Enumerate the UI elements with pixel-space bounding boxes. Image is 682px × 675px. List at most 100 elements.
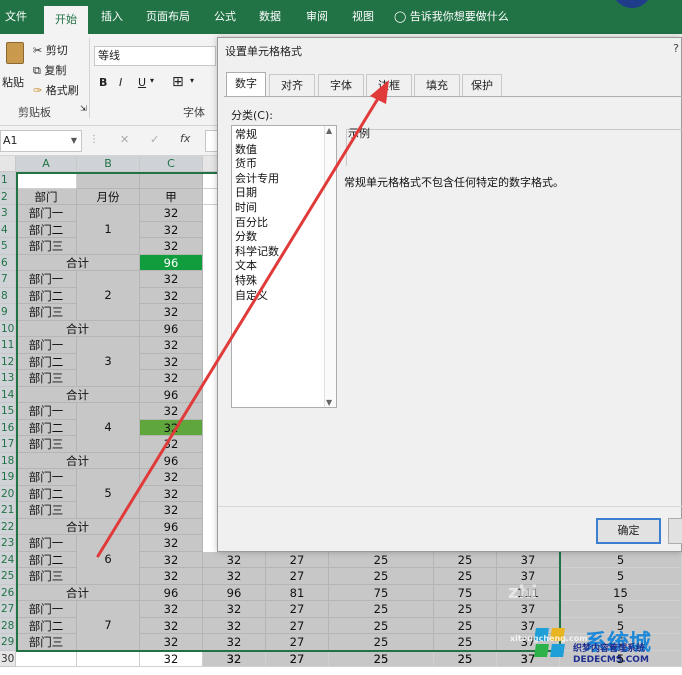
row-header[interactable]: 10 xyxy=(0,320,16,337)
category-item-scientific[interactable]: 科学记数 xyxy=(235,245,279,260)
dept-cell[interactable]: 部门一 xyxy=(16,403,77,420)
dept-cell[interactable]: 部门一 xyxy=(16,271,77,288)
dept-cell[interactable]: 部门一 xyxy=(16,337,77,354)
borders-icon[interactable]: ⊞ xyxy=(172,74,184,90)
tab-border[interactable]: 边框 xyxy=(366,74,412,96)
month-cell[interactable]: 3 xyxy=(77,337,140,387)
cut-button[interactable]: ✂ 剪切 xyxy=(33,42,68,58)
value-cell[interactable]: 32 xyxy=(140,271,203,288)
row-header[interactable]: 5 xyxy=(0,238,16,255)
clipboard-launcher-icon[interactable]: ⇲ xyxy=(80,104,87,113)
subtotal-label[interactable]: 合计 xyxy=(16,386,140,403)
category-scrollbar[interactable]: ▲ ▼ xyxy=(324,126,336,407)
column-header-c[interactable]: C xyxy=(140,156,203,172)
row-header[interactable]: 30 xyxy=(0,650,16,667)
dept-cell[interactable]: 部门三 xyxy=(16,370,77,387)
month-cell[interactable]: 7 xyxy=(77,601,140,651)
month-cell[interactable]: 6 xyxy=(77,535,140,585)
underline-button[interactable]: U xyxy=(138,76,146,89)
category-item-accounting[interactable]: 会计专用 xyxy=(235,172,279,187)
value-cell[interactable]: 25 xyxy=(329,617,434,634)
subtotal-label[interactable]: 合计 xyxy=(16,518,140,535)
value-cell[interactable]: 75 xyxy=(329,584,434,601)
dept-cell[interactable]: 部门一 xyxy=(16,205,77,222)
format-painter-button[interactable]: ✑ 格式刷 xyxy=(33,82,79,98)
value-cell[interactable]: 32 xyxy=(140,617,203,634)
row-header[interactable]: 3 xyxy=(0,205,16,222)
value-cell[interactable]: 25 xyxy=(329,568,434,585)
value-cell[interactable]: 32 xyxy=(203,650,266,667)
bold-button[interactable]: B xyxy=(99,76,107,89)
tab-page-layout[interactable]: 页面布局 xyxy=(140,0,196,34)
dept-cell[interactable]: 部门二 xyxy=(16,485,77,502)
select-all-corner[interactable] xyxy=(0,156,16,172)
tab-fill[interactable]: 填充 xyxy=(414,74,460,96)
tab-review[interactable]: 审阅 xyxy=(300,0,334,34)
subtotal-label[interactable]: 合计 xyxy=(16,584,140,601)
cell[interactable] xyxy=(560,601,682,618)
header-dept[interactable]: 部门 xyxy=(16,188,77,205)
cell[interactable] xyxy=(560,568,682,585)
cell[interactable] xyxy=(77,650,140,667)
value-cell[interactable]: 32 xyxy=(140,370,203,387)
chevron-down-icon[interactable]: ▼ xyxy=(71,131,77,151)
row-header[interactable]: 2 xyxy=(0,188,16,205)
row-header[interactable]: 18 xyxy=(0,452,16,469)
font-name-select[interactable]: 等线 xyxy=(94,46,216,66)
cell[interactable] xyxy=(560,551,682,568)
row-header[interactable]: 24 xyxy=(0,551,16,568)
tell-me-box[interactable]: ◯ 告诉我你想要做什么 xyxy=(394,0,514,34)
value-cell[interactable]: 32 xyxy=(140,205,203,222)
category-item-time[interactable]: 时间 xyxy=(235,201,257,216)
value-cell[interactable]: 25 xyxy=(434,568,497,585)
row-header[interactable]: 12 xyxy=(0,353,16,370)
row-header[interactable]: 26 xyxy=(0,584,16,601)
value-cell[interactable]: 32 xyxy=(140,568,203,585)
dept-cell[interactable]: 部门二 xyxy=(16,617,77,634)
dept-cell[interactable]: 部门一 xyxy=(16,535,77,552)
row-header[interactable]: 23 xyxy=(0,535,16,552)
value-cell[interactable]: 32 xyxy=(203,634,266,651)
row-header[interactable]: 16 xyxy=(0,419,16,436)
value-cell[interactable]: 32 xyxy=(140,650,203,667)
row-header[interactable]: 14 xyxy=(0,386,16,403)
row-header[interactable]: 1 xyxy=(0,172,16,189)
help-button[interactable]: ? xyxy=(673,42,679,55)
subtotal-value[interactable]: 96 xyxy=(140,518,203,535)
row-header[interactable]: 19 xyxy=(0,469,16,486)
subtotal-label[interactable]: 合计 xyxy=(16,452,140,469)
subtotal-value[interactable]: 96 xyxy=(140,320,203,337)
row-header[interactable]: 4 xyxy=(0,221,16,238)
cell[interactable] xyxy=(16,650,77,667)
value-cell[interactable]: 32 xyxy=(203,617,266,634)
underline-dropdown-icon[interactable]: ▾ xyxy=(150,76,154,85)
row-header[interactable]: 15 xyxy=(0,403,16,420)
value-cell[interactable]: 27 xyxy=(266,650,329,667)
row-header[interactable]: 25 xyxy=(0,568,16,585)
row-header[interactable]: 29 xyxy=(0,634,16,651)
cell[interactable] xyxy=(140,172,203,189)
value-cell[interactable]: 27 xyxy=(266,617,329,634)
tab-formulas[interactable]: 公式 xyxy=(205,0,245,34)
tab-protection[interactable]: 保护 xyxy=(462,74,502,96)
value-cell[interactable]: 37 xyxy=(497,601,560,618)
tab-file[interactable]: 文件 xyxy=(0,0,32,34)
column-header-b[interactable]: B xyxy=(77,156,140,172)
value-cell[interactable]: 27 xyxy=(266,601,329,618)
value-cell[interactable]: 96 xyxy=(203,584,266,601)
cell[interactable] xyxy=(560,584,682,601)
header-c[interactable]: 甲 xyxy=(140,188,203,205)
row-header[interactable]: 17 xyxy=(0,436,16,453)
value-cell[interactable]: 32 xyxy=(140,634,203,651)
value-cell[interactable]: 32 xyxy=(140,238,203,255)
column-header-a[interactable]: A xyxy=(16,156,77,172)
tab-font[interactable]: 字体 xyxy=(318,74,364,96)
category-item-date[interactable]: 日期 xyxy=(235,186,257,201)
value-cell[interactable]: 32 xyxy=(140,601,203,618)
dept-cell[interactable]: 部门二 xyxy=(16,419,77,436)
value-cell[interactable]: 32 xyxy=(140,221,203,238)
value-cell[interactable]: 32 xyxy=(203,568,266,585)
cell[interactable] xyxy=(77,172,140,189)
row-header[interactable]: 28 xyxy=(0,617,16,634)
row-header[interactable]: 7 xyxy=(0,271,16,288)
